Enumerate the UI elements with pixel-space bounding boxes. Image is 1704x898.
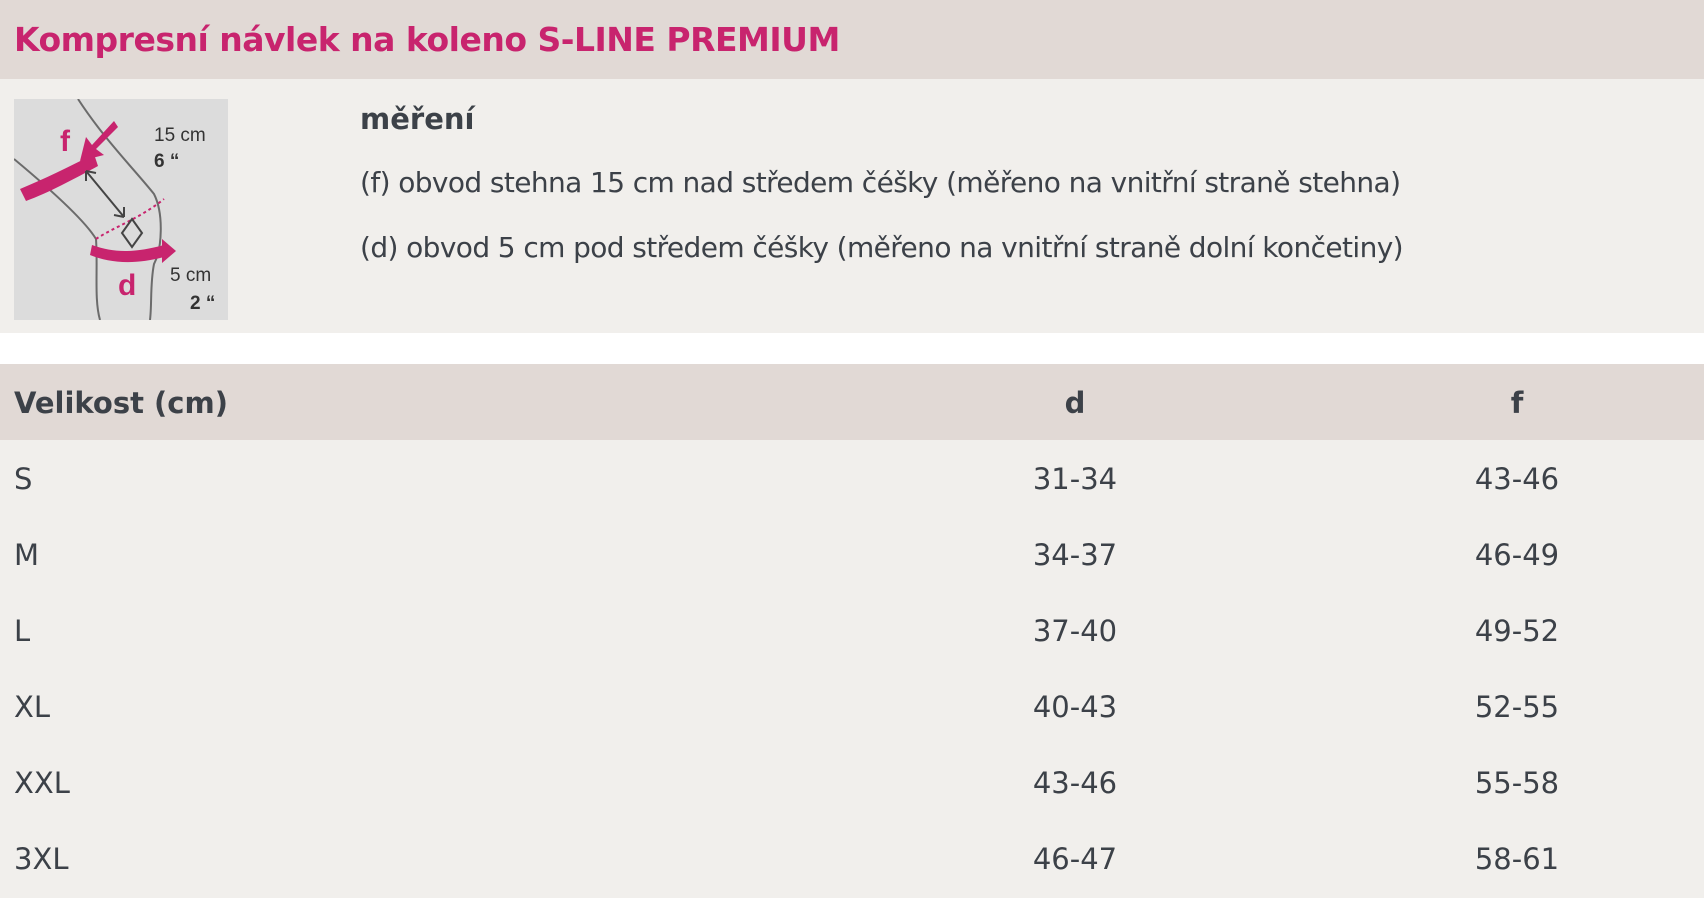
size-cell: XL: [14, 690, 51, 724]
f-cell: 46-49: [1474, 538, 1560, 572]
diagram-upper-in: 6 “: [154, 151, 179, 172]
d-cell: 46-47: [1032, 842, 1118, 876]
measurement-line-f: (f) obvod stehna 15 cm nad středem čéšky…: [360, 166, 1401, 199]
f-cell: 58-61: [1474, 842, 1560, 876]
d-cell: 34-37: [1032, 538, 1118, 572]
table-row: M 34-37 46-49: [0, 516, 1704, 592]
f-cell: 52-55: [1474, 690, 1560, 724]
page-title: Kompresní návlek na koleno S-LINE PREMIU…: [14, 20, 840, 59]
size-cell: S: [14, 462, 33, 496]
table-row: XL 40-43 52-55: [0, 668, 1704, 744]
d-cell: 37-40: [1032, 614, 1118, 648]
d-cell: 43-46: [1032, 766, 1118, 800]
diagram-f-label: f: [60, 125, 71, 158]
diagram-d-label: d: [118, 269, 136, 302]
measurement-panel: [0, 79, 1704, 333]
header-f: f: [1510, 386, 1524, 420]
diagram-lower-cm: 5 cm: [170, 265, 211, 286]
size-cell: M: [14, 538, 40, 572]
size-cell: L: [14, 614, 31, 648]
knee-measurement-diagram: f d 15 cm 6 “ 5 cm 2 “: [14, 99, 228, 320]
measurement-line-d: (d) obvod 5 cm pod středem čéšky (měřeno…: [360, 231, 1404, 264]
diagram-upper-cm: 15 cm: [154, 125, 206, 146]
size-table: Velikost (cm) d f S 31-34 43-46 M 34-37 …: [0, 364, 1704, 898]
table-row: L 37-40 49-52: [0, 592, 1704, 668]
table-row: 3XL 46-47 58-61: [0, 820, 1704, 896]
table-header-row: Velikost (cm) d f: [0, 364, 1704, 440]
size-cell: 3XL: [14, 842, 69, 876]
header-d: d: [1064, 386, 1086, 420]
diagram-lower-in: 2 “: [190, 293, 215, 314]
header-size: Velikost (cm): [14, 386, 228, 420]
table-row: S 31-34 43-46: [0, 440, 1704, 516]
size-cell: XXL: [14, 766, 70, 800]
d-cell: 40-43: [1032, 690, 1118, 724]
f-cell: 49-52: [1474, 614, 1560, 648]
f-cell: 55-58: [1474, 766, 1560, 800]
d-cell: 31-34: [1032, 462, 1118, 496]
table-row: XXL 43-46 55-58: [0, 744, 1704, 820]
measurement-heading: měření: [360, 102, 475, 136]
f-cell: 43-46: [1474, 462, 1560, 496]
title-bar: Kompresní návlek na koleno S-LINE PREMIU…: [0, 0, 1704, 79]
